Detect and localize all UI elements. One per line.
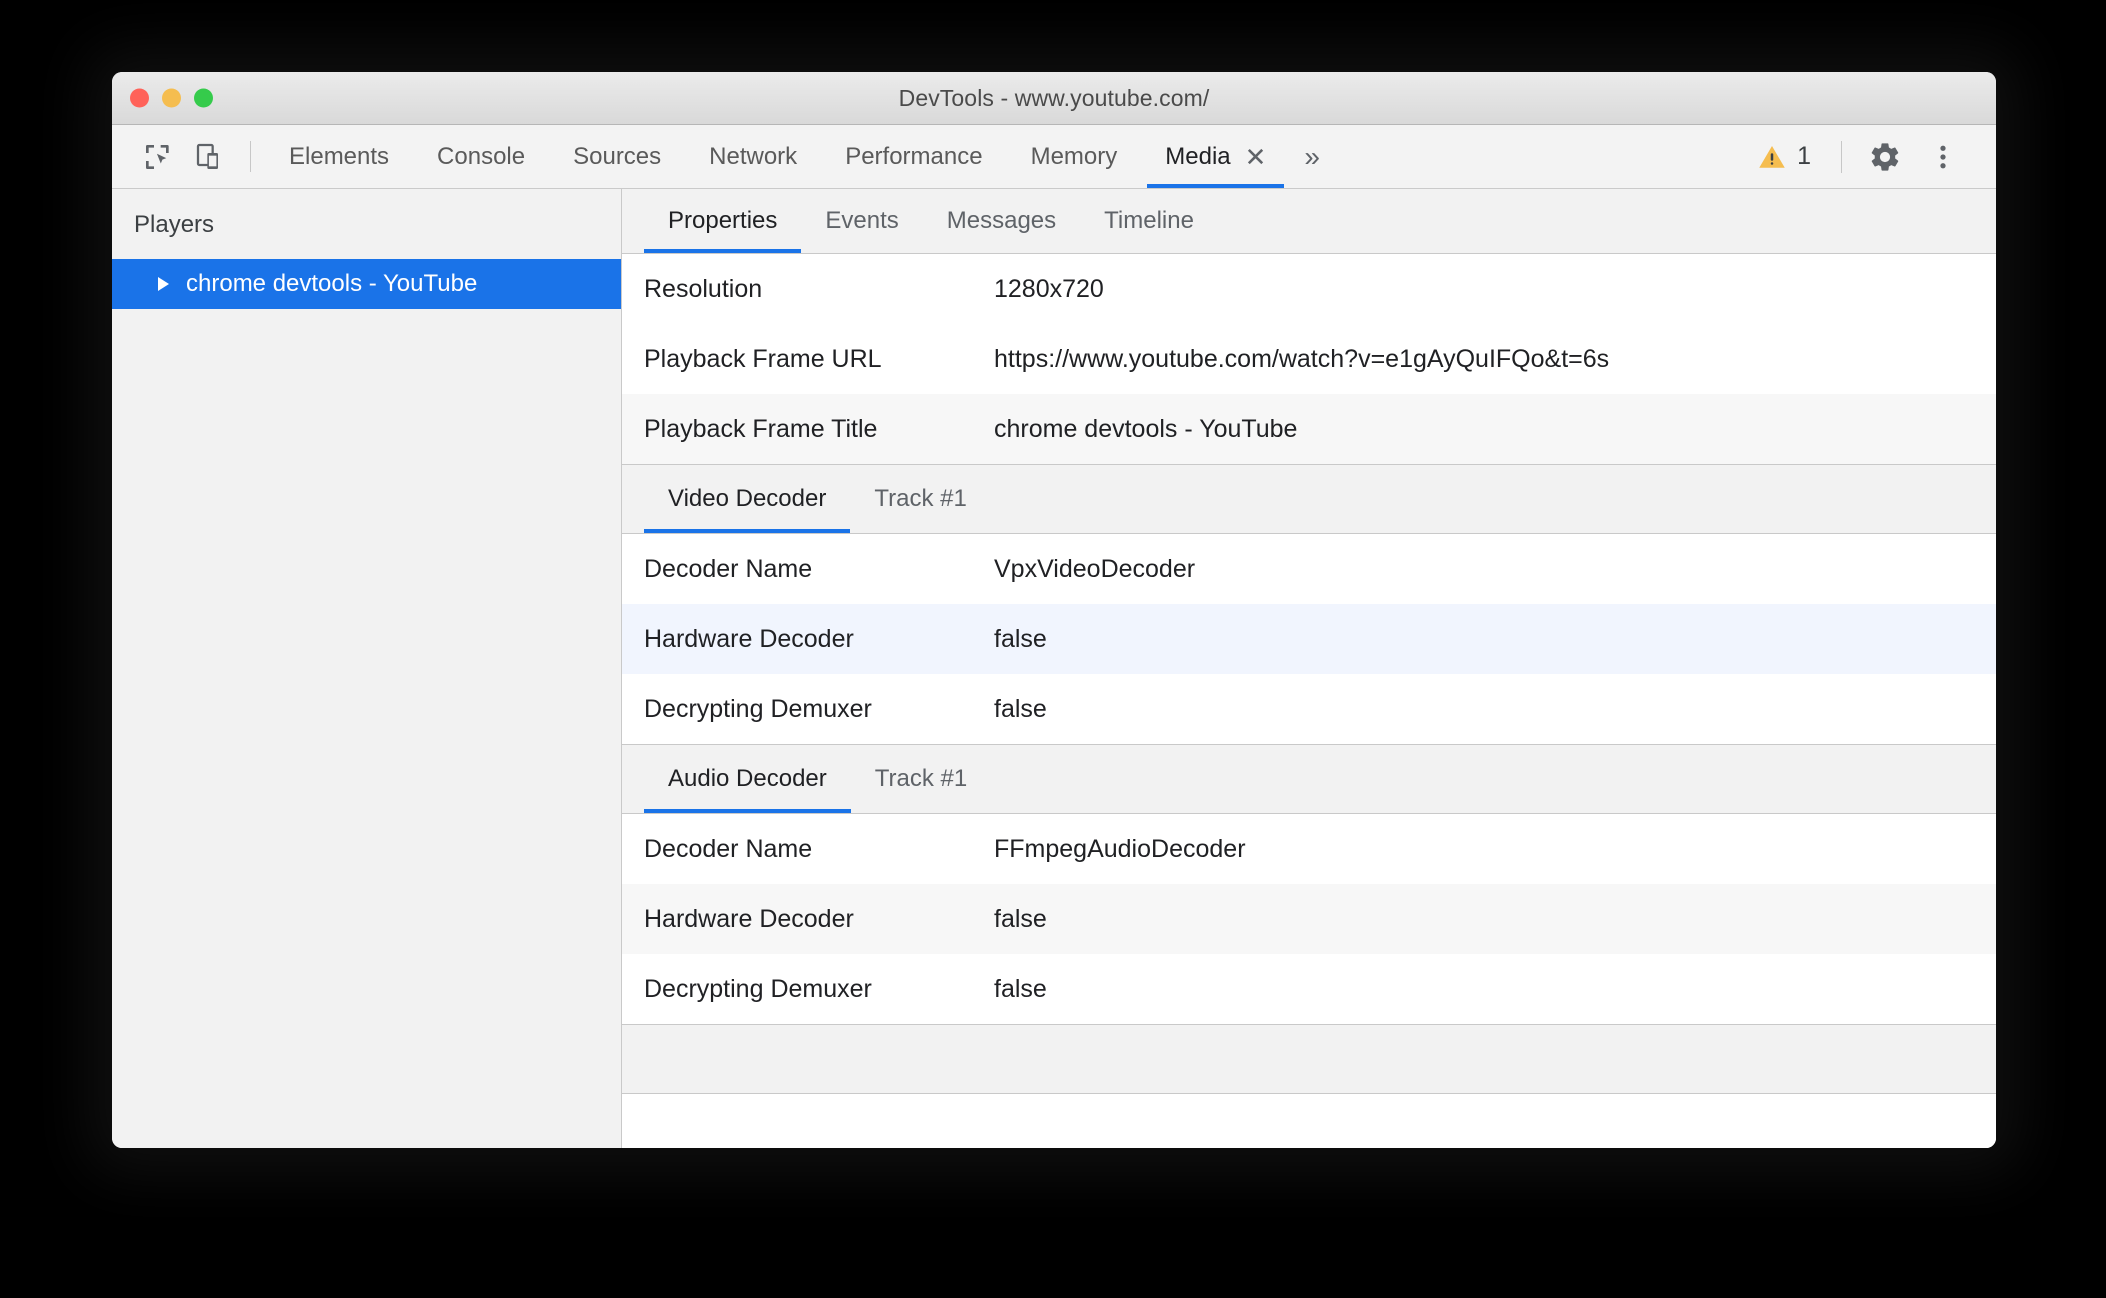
window-titlebar: DevTools - www.youtube.com/ — [112, 72, 1996, 125]
devtools-window: DevTools - www.youtube.com/ Elements Con… — [112, 72, 1996, 1148]
device-toolbar-icon — [194, 141, 226, 173]
subtab-timeline-label: Timeline — [1104, 207, 1194, 234]
inspect-element-icon — [142, 141, 174, 173]
audio-decoder-tab-strip: Audio Decoder Track #1 — [622, 744, 1996, 814]
screenshot-root: DevTools - www.youtube.com/ Elements Con… — [0, 0, 2106, 1298]
toolbar-divider — [250, 141, 251, 172]
subtab-properties[interactable]: Properties — [644, 189, 802, 253]
more-tabs-button[interactable]: » — [1290, 125, 1334, 188]
table-row[interactable]: Decrypting Demuxer false — [622, 954, 1996, 1024]
empty-tab-strip — [622, 1024, 1996, 1094]
tab-video-track-1[interactable]: Track #1 — [850, 465, 990, 533]
property-name: Playback Frame URL — [644, 344, 882, 373]
players-sidebar: Players chrome devtools - YouTube — [112, 189, 622, 1148]
subtab-messages-label: Messages — [946, 207, 1057, 234]
settings-button[interactable] — [1858, 130, 1912, 184]
table-row[interactable]: Hardware Decoder false — [622, 884, 1996, 954]
tab-elements[interactable]: Elements — [265, 125, 413, 188]
toolbar-right-divider — [1841, 140, 1842, 173]
property-name: Hardware Decoder — [644, 904, 854, 933]
property-value: false — [994, 974, 1047, 1003]
property-value: FFmpegAudioDecoder — [994, 834, 1246, 863]
warning-count-label: 1 — [1797, 142, 1811, 170]
video-decoder-tab-strip: Video Decoder Track #1 — [622, 464, 1996, 534]
tab-video-track-1-label: Track #1 — [874, 485, 967, 512]
property-value: VpxVideoDecoder — [994, 554, 1196, 583]
tab-media-label: Media — [1165, 142, 1231, 170]
tab-network-label: Network — [709, 142, 798, 170]
property-value: false — [994, 694, 1047, 723]
tab-sources-label: Sources — [573, 142, 662, 170]
more-options-button[interactable] — [1916, 130, 1970, 184]
tab-video-decoder[interactable]: Video Decoder — [644, 465, 851, 533]
property-name: Decrypting Demuxer — [644, 974, 872, 1003]
table-row[interactable]: Decrypting Demuxer false — [622, 674, 1996, 744]
media-properties-panel: Properties Events Messages Timeline Reso… — [622, 189, 1996, 1148]
property-name: Hardware Decoder — [644, 624, 854, 653]
property-value: https://www.youtube.com/watch?v=e1gAyQuI… — [994, 344, 1610, 373]
device-toolbar-button[interactable] — [184, 125, 236, 188]
tab-audio-track-1-label: Track #1 — [874, 765, 968, 792]
expand-triangle-icon[interactable] — [158, 277, 169, 291]
minimize-window-button[interactable] — [162, 88, 181, 108]
subtab-events-label: Events — [825, 207, 899, 234]
property-name: Decrypting Demuxer — [644, 694, 872, 723]
subtab-timeline[interactable]: Timeline — [1080, 189, 1218, 253]
inspect-element-button[interactable] — [132, 125, 184, 188]
media-subtab-list: Properties Events Messages Timeline — [622, 189, 1996, 254]
tab-performance[interactable]: Performance — [821, 125, 1006, 188]
property-value: false — [994, 624, 1047, 653]
devtools-body: Players chrome devtools - YouTube Proper… — [112, 189, 1996, 1148]
tab-audio-decoder[interactable]: Audio Decoder — [644, 745, 851, 813]
property-value: false — [994, 904, 1047, 933]
devtools-toolbar: Elements Console Sources Network Perform… — [112, 125, 1996, 189]
tab-console[interactable]: Console — [413, 125, 549, 188]
table-row[interactable]: Resolution 1280x720 — [622, 254, 1996, 324]
panel-tab-list: Elements Console Sources Network Perform… — [265, 125, 1334, 188]
tab-memory-label: Memory — [1030, 142, 1118, 170]
property-name: Resolution — [644, 274, 763, 303]
tab-console-label: Console — [437, 142, 526, 170]
toolbar-right-actions: 1 — [1743, 125, 1996, 188]
subtab-events[interactable]: Events — [801, 189, 922, 253]
table-row[interactable]: Decoder Name FFmpegAudioDecoder — [622, 814, 1996, 884]
tab-sources[interactable]: Sources — [549, 125, 685, 188]
tab-network[interactable]: Network — [685, 125, 821, 188]
chevron-double-right-icon: » — [1304, 140, 1320, 172]
tab-media[interactable]: Media ✕ — [1141, 125, 1290, 188]
sidebar-item-player[interactable]: chrome devtools - YouTube — [112, 259, 621, 309]
property-name: Decoder Name — [644, 554, 813, 583]
zoom-window-button[interactable] — [194, 88, 213, 108]
property-name: Playback Frame Title — [644, 414, 878, 443]
window-title: DevTools - www.youtube.com/ — [898, 84, 1210, 111]
tab-memory[interactable]: Memory — [1007, 125, 1142, 188]
panel-empty-area — [622, 1094, 1996, 1148]
close-icon[interactable]: ✕ — [1245, 144, 1267, 170]
tab-elements-label: Elements — [289, 142, 390, 170]
tab-audio-track-1[interactable]: Track #1 — [851, 745, 991, 813]
property-name: Decoder Name — [644, 834, 813, 863]
gear-icon — [1868, 140, 1902, 174]
warning-triangle-icon — [1757, 142, 1787, 172]
property-value: 1280x720 — [994, 274, 1104, 303]
players-header: Players — [134, 211, 215, 238]
subtab-properties-label: Properties — [668, 207, 778, 234]
property-value: chrome devtools - YouTube — [994, 414, 1298, 443]
tab-performance-label: Performance — [845, 142, 983, 170]
table-row[interactable]: Playback Frame URL https://www.youtube.c… — [622, 324, 1996, 394]
window-controls — [130, 88, 213, 108]
three-dot-vertical-icon — [1928, 142, 1958, 172]
close-window-button[interactable] — [130, 88, 149, 108]
sidebar-item-label: chrome devtools - YouTube — [186, 270, 478, 297]
table-row[interactable]: Playback Frame Title chrome devtools - Y… — [622, 394, 1996, 464]
table-row[interactable]: Hardware Decoder false — [622, 604, 1996, 674]
tab-audio-decoder-label: Audio Decoder — [668, 765, 827, 792]
table-row[interactable]: Decoder Name VpxVideoDecoder — [622, 534, 1996, 604]
tab-video-decoder-label: Video Decoder — [668, 485, 827, 512]
subtab-messages[interactable]: Messages — [923, 189, 1080, 253]
warning-counter[interactable]: 1 — [1743, 142, 1825, 172]
